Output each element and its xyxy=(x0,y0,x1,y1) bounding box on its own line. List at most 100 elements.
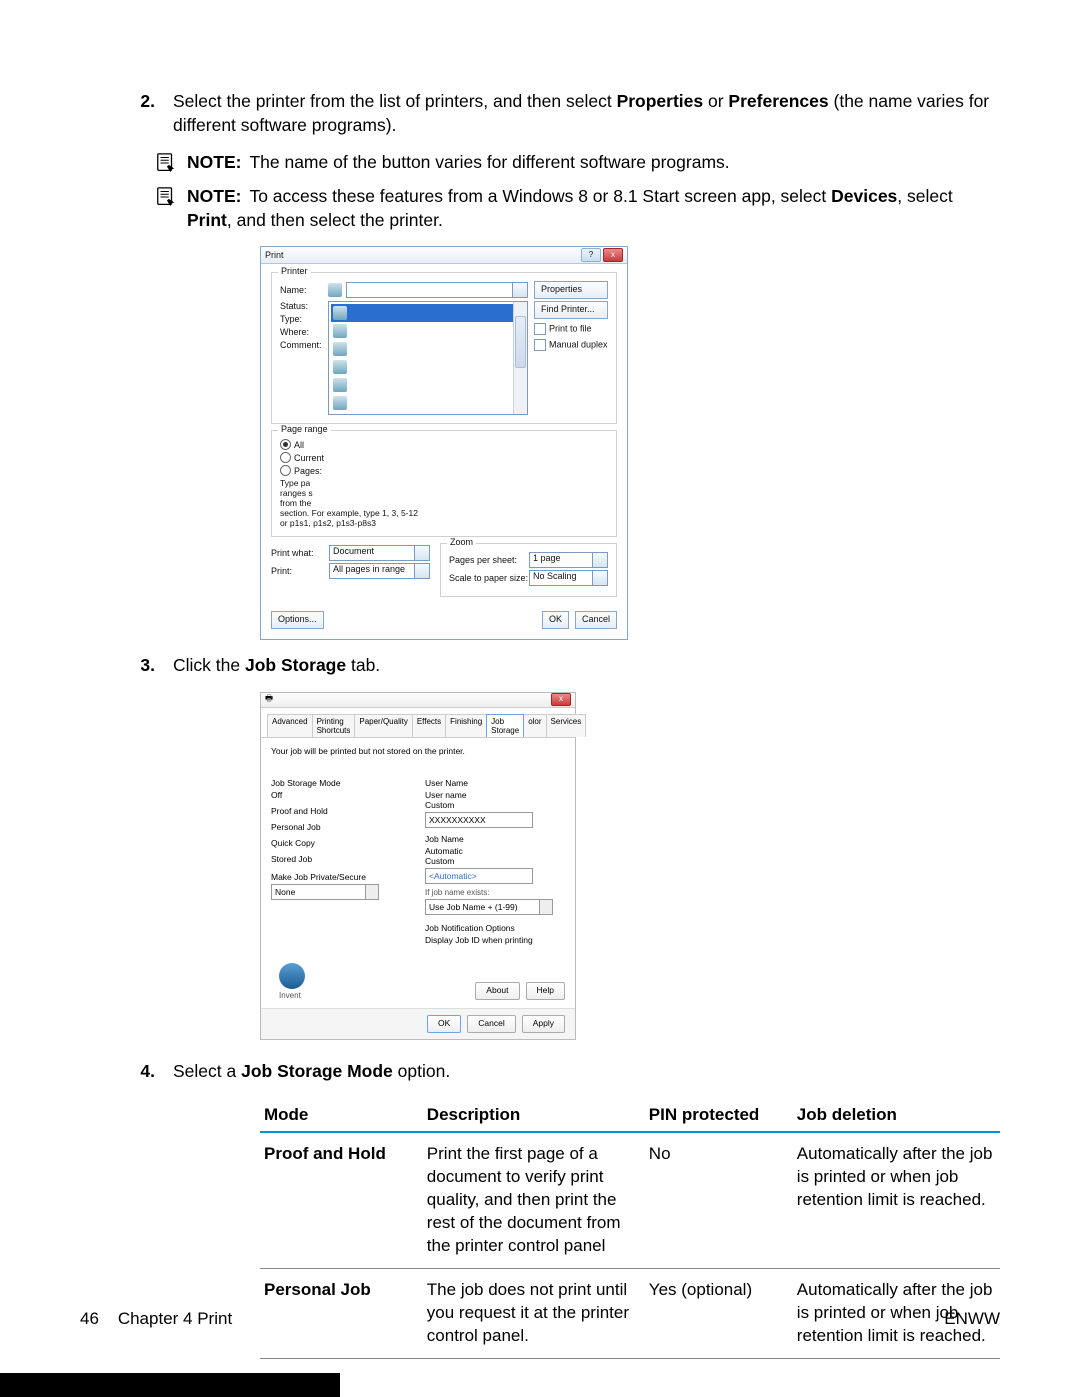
label: Name: xyxy=(280,285,328,295)
label: Custom xyxy=(425,856,454,866)
help-window-button[interactable]: ? xyxy=(581,248,601,262)
col-mode: Mode xyxy=(260,1097,423,1132)
printer-list[interactable] xyxy=(328,301,528,415)
pages-radio[interactable] xyxy=(280,465,291,476)
value: 1 page xyxy=(533,553,561,563)
scroll-thumb[interactable] xyxy=(515,316,526,368)
scale-combo[interactable]: No Scaling xyxy=(529,570,608,586)
printer-list-item[interactable] xyxy=(331,322,525,340)
t: section. For example, type 1, 3, 5-12 xyxy=(280,508,418,518)
help-button[interactable]: Help xyxy=(526,982,565,1000)
tab-finishing[interactable]: Finishing xyxy=(445,714,487,737)
step-2: 2. Select the printer from the list of p… xyxy=(80,90,1000,137)
printer-icon xyxy=(333,378,347,392)
window-title: Print xyxy=(265,250,284,260)
print-combo[interactable]: All pages in range xyxy=(329,563,430,579)
step-body: Select a Job Storage Mode option. xyxy=(173,1060,1000,1084)
tab-printing-shortcuts[interactable]: Printing Shortcuts xyxy=(312,714,356,737)
cell-mode: Proof and Hold xyxy=(260,1132,423,1268)
printer-list-item[interactable] xyxy=(331,376,525,394)
printer-list-item[interactable] xyxy=(331,394,525,412)
label: Custom xyxy=(425,800,454,810)
printer-name-combo[interactable] xyxy=(346,282,528,298)
note-label: NOTE: xyxy=(187,186,241,206)
label: Scale to paper size: xyxy=(449,573,529,583)
all-radio[interactable] xyxy=(280,439,291,450)
bold: Preferences xyxy=(728,91,828,111)
hp-logo-icon xyxy=(279,963,305,989)
cell-desc: Print the first page of a document to ve… xyxy=(423,1132,645,1268)
printer-list-item[interactable] xyxy=(331,304,525,322)
ok-button[interactable]: OK xyxy=(542,611,569,629)
username-input[interactable]: XXXXXXXXXX xyxy=(425,812,533,828)
t: option. xyxy=(393,1061,450,1081)
jobname-input[interactable]: <Automatic> xyxy=(425,868,533,884)
close-window-button[interactable]: x xyxy=(551,693,571,706)
label: Comment: xyxy=(280,340,328,350)
options-button[interactable]: Options... xyxy=(271,611,324,629)
section-label: User Name xyxy=(425,778,565,788)
tab-services[interactable]: Services xyxy=(546,714,587,737)
label: Stored Job xyxy=(271,854,312,864)
section-label: Make Job Private/Secure xyxy=(271,872,411,882)
printer-icon xyxy=(333,306,347,320)
printer-list-item[interactable] xyxy=(331,340,525,358)
label: Manual duplex xyxy=(549,340,608,350)
printer-icon xyxy=(333,324,347,338)
label: Print what: xyxy=(271,548,329,558)
step-4: 4. Select a Job Storage Mode option. xyxy=(80,1060,1000,1084)
page-number: 46 xyxy=(80,1309,99,1328)
label: Status: xyxy=(280,301,328,311)
t: or xyxy=(703,91,728,111)
step-body: Click the Job Storage tab. xyxy=(173,654,1000,678)
label: User name xyxy=(425,790,467,800)
manual-duplex-checkbox[interactable] xyxy=(534,339,546,351)
label: Proof and Hold xyxy=(271,806,328,816)
section-label: Job Notification Options xyxy=(425,923,565,933)
properties-button[interactable]: Properties xyxy=(534,281,608,299)
label: Off xyxy=(271,790,282,800)
step-number: 3. xyxy=(80,654,173,678)
table-row: Proof and Hold Print the first page of a… xyxy=(260,1132,1000,1268)
print-what-combo[interactable]: Document xyxy=(329,545,430,561)
t: ranges s xyxy=(280,488,313,498)
label: Personal Job xyxy=(271,822,321,832)
pages-per-sheet-combo[interactable]: 1 page xyxy=(529,552,608,568)
tab-paper-quality[interactable]: Paper/Quality xyxy=(354,714,412,737)
bold: Devices xyxy=(831,186,897,206)
note-icon xyxy=(155,152,177,174)
scrollbar[interactable] xyxy=(513,302,527,414)
labels: Status: Type: Where: Comment: xyxy=(280,301,328,415)
cell-del: Automatically after the job is printed o… xyxy=(793,1132,1000,1268)
printer-icon xyxy=(333,360,347,374)
printer-list-item[interactable] xyxy=(331,358,525,376)
label: Display Job ID when printing xyxy=(425,935,533,945)
if-exists-combo[interactable]: Use Job Name + (1-99) xyxy=(425,899,553,915)
tab-color[interactable]: olor xyxy=(523,714,546,737)
tab-advanced[interactable]: Advanced xyxy=(267,714,313,737)
close-window-button[interactable]: x xyxy=(603,248,623,262)
value: Document xyxy=(333,546,374,556)
private-secure-combo[interactable]: None xyxy=(271,884,379,900)
about-button[interactable]: About xyxy=(475,982,519,1000)
label: Current xyxy=(294,453,324,463)
note-1: NOTE:The name of the button varies for d… xyxy=(155,151,1000,175)
label: Pages per sheet: xyxy=(449,555,529,565)
section-label: Job Storage Mode xyxy=(271,778,411,788)
cancel-button[interactable]: Cancel xyxy=(575,611,617,629)
tab-job-storage[interactable]: Job Storage xyxy=(486,714,524,737)
cancel-button[interactable]: Cancel xyxy=(467,1015,515,1033)
note-icon xyxy=(155,186,177,208)
group-label: Zoom xyxy=(447,537,476,547)
step-body: Select the printer from the list of prin… xyxy=(173,90,1000,137)
apply-button[interactable]: Apply xyxy=(522,1015,565,1033)
t: , and then select the printer. xyxy=(227,210,443,230)
page-range-group: Page range All Current Pages: Type pa ra… xyxy=(271,430,617,537)
print-to-file-checkbox[interactable] xyxy=(534,323,546,335)
label: Print to file xyxy=(549,324,592,334)
find-printer-button[interactable]: Find Printer... xyxy=(534,301,608,319)
ok-button[interactable]: OK xyxy=(427,1015,461,1033)
section-label: Job Name xyxy=(425,834,565,844)
current-radio[interactable] xyxy=(280,452,291,463)
tab-effects[interactable]: Effects xyxy=(412,714,446,737)
